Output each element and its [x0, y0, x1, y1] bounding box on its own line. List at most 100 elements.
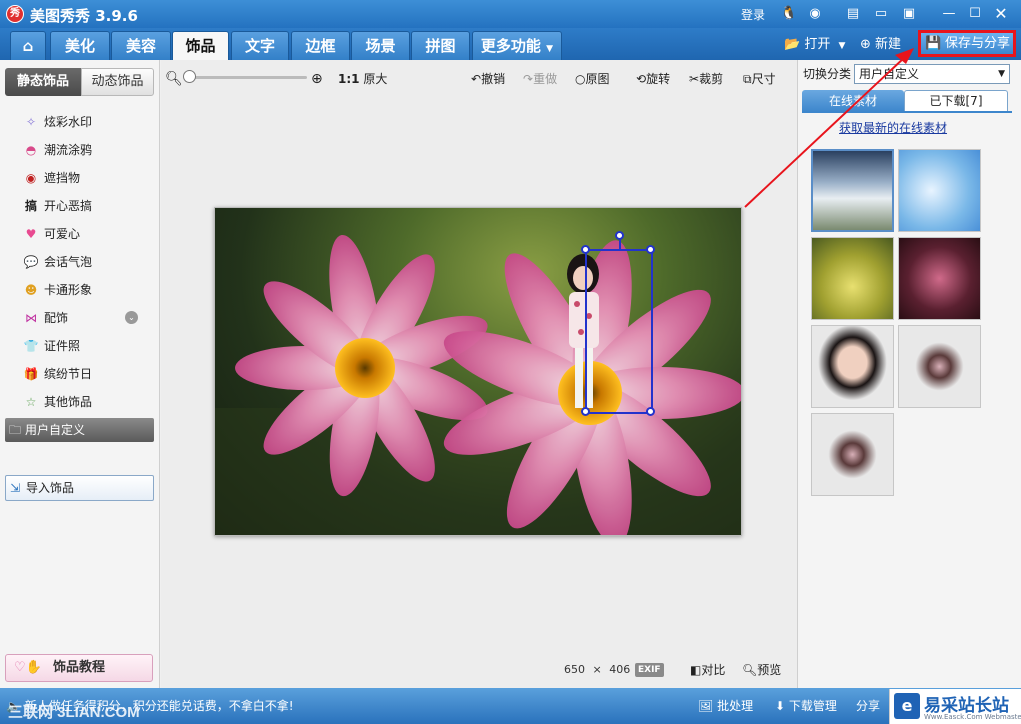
original-size-button[interactable]: 1:1 原大 [338, 70, 387, 88]
lips-icon: ◓ [25, 143, 37, 157]
share-button[interactable]: 分享 [856, 697, 880, 715]
dynamic-accessories-tab[interactable]: 动态饰品 [81, 68, 154, 96]
close-icon[interactable]: ✕ [992, 5, 1010, 23]
category-label: 用户自定义 [25, 423, 86, 437]
image-size-readout: 650 × 406 [564, 661, 630, 679]
maximize-icon[interactable]: ☐ [966, 5, 984, 23]
preview-icon: 🔍︎ [742, 663, 758, 677]
resize-handle-bottom-left[interactable] [581, 407, 590, 416]
canvas-area: 🔍︎ ⊕ 1:1 原大 ↶撤销 ↷重做 ○原图 ⟲旋转 ✂裁剪 ⧉尺寸 650 … [161, 60, 797, 688]
fetch-latest-materials-link[interactable]: 获取最新的在线素材 [839, 119, 947, 137]
minimize-icon[interactable]: — [940, 5, 958, 23]
compare-button[interactable]: ◧对比 [690, 661, 725, 679]
static-accessories-tab[interactable]: 静态饰品 [5, 68, 81, 96]
category-select[interactable]: 用户自定义 ▼ [854, 64, 1010, 84]
folder-icon: 📂 [784, 37, 801, 52]
category-festival[interactable]: 🎁 缤纷节日 [22, 363, 93, 385]
batch-process-button[interactable]: 🖼 批处理 [698, 697, 753, 715]
import-accessory-button[interactable]: ⇲ 导入饰品 [5, 475, 154, 501]
undo-button[interactable]: ↶撤销 [471, 70, 505, 88]
open-label: 打开 [804, 37, 831, 52]
edited-photo[interactable] [214, 207, 742, 536]
rotate-handle[interactable] [615, 231, 624, 240]
tab-more-functions[interactable]: 更多功能 ▼ [472, 31, 562, 60]
category-cover[interactable]: ◉ 遮挡物 [22, 167, 80, 189]
material-thumbnail[interactable] [811, 413, 894, 496]
category-user-custom[interactable]: 🗀 用户自定义 [5, 418, 154, 442]
tab-collage[interactable]: 拼图 [411, 31, 470, 60]
zoom-out-icon[interactable]: 🔍︎ [165, 70, 183, 88]
resize-button[interactable]: ⧉尺寸 [743, 70, 776, 88]
compare-icon: ◧ [690, 663, 702, 677]
category-funny[interactable]: 搞开心恶搞 [22, 195, 92, 217]
material-thumbnail[interactable] [898, 325, 981, 408]
tab-beautify[interactable]: 美化 [50, 31, 110, 60]
cover-icon: ◉ [25, 171, 37, 185]
category-label: 其他饰品 [44, 395, 93, 409]
category-cartoon[interactable]: ☻ 卡通形象 [22, 279, 92, 301]
resize-handle-bottom-right[interactable] [646, 407, 655, 416]
tutorial-label: 饰品教程 [52, 660, 105, 675]
original-image-button[interactable]: ○原图 [575, 70, 610, 88]
material-thumbnail[interactable] [898, 149, 981, 232]
save-share-button[interactable]: 💾 保存与分享 [918, 30, 1016, 57]
title-bar: 秀 美图秀秀 3.9.6 登录 🐧 ◉ ▤ ▭ ▣ — ☐ ✕ [0, 0, 1021, 28]
category-colorful-watermark[interactable]: ✧ 炫彩水印 [22, 111, 92, 133]
tab-accessories[interactable]: 饰品 [172, 31, 229, 60]
category-other[interactable]: ☆ 其他饰品 [22, 391, 92, 413]
crop-label: 裁剪 [699, 72, 724, 86]
category-label: 开心恶搞 [44, 199, 93, 213]
rotate-button[interactable]: ⟲旋转 [636, 70, 670, 88]
tab-online-materials[interactable]: 在线素材 [802, 90, 904, 112]
status-bar: 🔈 新人做任务得积分，积分还能兑话费，不拿白不拿! 🖼 批处理 ⬇ 下载管理 分… [0, 688, 1021, 724]
exif-button[interactable]: EXIF [635, 663, 664, 677]
chevron-down-icon: ▼ [838, 41, 846, 51]
category-label: 可爱心 [44, 227, 81, 241]
material-thumbnail[interactable] [811, 149, 894, 232]
gao-character-icon: 搞 [24, 199, 37, 213]
tab-downloaded-materials[interactable]: 已下载[7] [904, 90, 1008, 112]
category-id-photo[interactable]: 👕 证件照 [22, 335, 81, 357]
material-thumbnail[interactable] [898, 237, 981, 320]
crop-button[interactable]: ✂裁剪 [689, 70, 723, 88]
zoom-in-icon[interactable]: ⊕ [311, 70, 323, 88]
qq-icon[interactable]: 🐧 [780, 5, 798, 23]
brand-logo-icon: e [894, 693, 920, 719]
category-accessory[interactable]: ⋈ 配饰 [22, 307, 68, 329]
circle-icon: ○ [575, 72, 586, 86]
zoom-slider-handle[interactable] [183, 70, 196, 83]
redo-icon: ↷ [523, 72, 534, 86]
cartoon-face-icon: ☻ [24, 283, 38, 297]
weibo-icon[interactable]: ◉ [806, 5, 824, 23]
material-thumbnail[interactable] [811, 325, 894, 408]
skin-icon[interactable]: ▤ [844, 5, 862, 23]
tab-more-label: 更多功能 [480, 37, 541, 55]
message-icon[interactable]: ▭ [872, 5, 890, 23]
tab-text[interactable]: 文字 [231, 31, 289, 60]
resize-handle-top-right[interactable] [646, 245, 655, 254]
tab-beauty[interactable]: 美容 [111, 31, 171, 60]
material-thumbnail[interactable] [811, 237, 894, 320]
zoom-slider[interactable] [189, 76, 307, 79]
category-graffiti[interactable]: ◓ 潮流涂鸦 [22, 139, 92, 161]
image-height: 406 [609, 663, 631, 676]
menu-icon[interactable]: ▣ [900, 5, 918, 23]
resize-handle-top-left[interactable] [581, 245, 590, 254]
download-manager-button[interactable]: ⬇ 下载管理 [775, 697, 837, 715]
tab-scene[interactable]: 场景 [351, 31, 410, 60]
open-button[interactable]: 📂 打开 ▼ [784, 35, 845, 55]
tab-home[interactable]: ⌂ [10, 31, 46, 60]
accessory-tutorial-button[interactable]: ♡✋ 饰品教程 [5, 654, 153, 682]
preview-button[interactable]: 🔍︎预览 [742, 661, 781, 679]
expand-chevron-icon[interactable]: ⌄ [125, 311, 138, 324]
category-cute-heart[interactable]: ♥ 可爱心 [22, 223, 80, 245]
tab-frame[interactable]: 边框 [291, 31, 350, 60]
chevron-down-icon: ▼ [998, 69, 1005, 79]
main-tab-bar: ⌂ 美化 美容 饰品 文字 边框 场景 拼图 更多功能 ▼ 📂 打开 ▼ ⊕ 新… [0, 28, 1021, 60]
batch-label: 批处理 [717, 699, 754, 713]
login-link[interactable]: 登录 [741, 6, 765, 23]
category-speech-bubble[interactable]: 💬 会话气泡 [22, 251, 93, 273]
sticker-selection-box[interactable] [581, 231, 655, 416]
new-button[interactable]: ⊕ 新建 [860, 35, 901, 55]
redo-button[interactable]: ↷重做 [523, 70, 557, 88]
